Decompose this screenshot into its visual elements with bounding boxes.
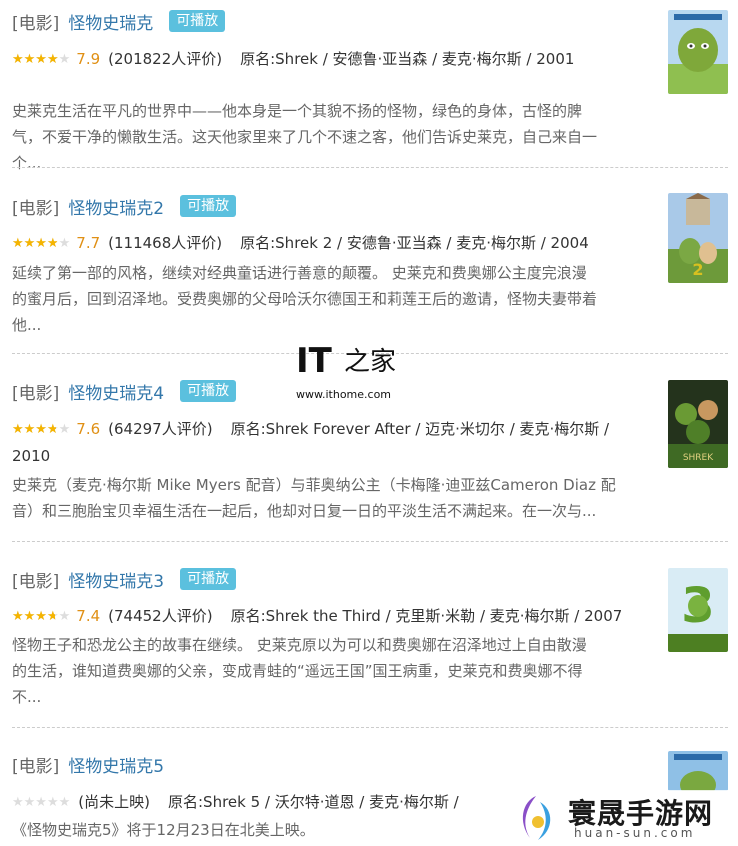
svg-text:SHREK: SHREK [683,453,714,463]
rating-stars: ★★★★★★★★★★ [12,236,71,251]
vote-count: (201822人评价) [108,50,223,68]
original-info: 原名:Shrek the Third / 克里斯·米勒 / 麦克·梅尔斯 / 2… [230,607,623,625]
meta-row: ★★★★★★★★★★ 7.9 (201822人评价) 原名:Shrek / 安德鲁·亚… [12,46,652,73]
category-label: [电影] [12,198,60,219]
site-logo-icon [522,796,551,840]
description-line: 史莱克生活在平凡的世界中——他本身是一个其貌不扬的怪物，绿色的身体，古怪的脾 [12,102,583,120]
category-label: [电影] [12,383,60,404]
vote-count: (74452人评价) [108,607,213,625]
playable-badge[interactable]: 可播放 [169,10,226,32]
title-row: [电影] 怪物史瑞克3 可播放 [12,566,237,592]
vote-count: (111468人评价) [108,234,223,252]
rating-score: 7.7 [76,234,101,252]
description: 延续了第一部的风格，继续对经典童话进行善意的颠覆。 史莱克和费奥娜公主度完浪漫 … [12,260,652,338]
svg-text:IT: IT [296,341,333,381]
description-line: 不... [12,688,42,706]
svg-text:之家: 之家 [344,347,396,377]
meta-row: ★★★★★★★★★★ 7.4 (74452人评价) 原名:Shrek the Thir… [12,603,652,630]
item-divider [12,541,728,542]
title-row: [电影] 怪物史瑞克5 [12,751,164,777]
description-line: 的蜜月后，回到沼泽地。受费奥娜的父母哈沃尔德国王和莉莲王后的邀请，怪物夫妻带着 [12,290,598,308]
movie-title-link[interactable]: 怪物史瑞克2 [68,194,164,219]
ithome-watermark: IT 之家 www.ithome.com [296,338,406,401]
movie-poster[interactable]: 2 [668,193,728,283]
movie-title-link[interactable]: 怪物史瑞克4 [68,379,164,404]
svg-text:2: 2 [692,260,703,279]
description-line: 气，不爱干净的懒散生活。这天他家里来了几个不速之客，他们告诉史莱克，自己来自一 [12,128,598,146]
rating-score: 7.6 [76,420,101,438]
movie-poster[interactable] [668,751,728,791]
meta-row: ★★★★★★★★★★ 7.6 (64297人评价) 原名:Shrek Forever … [12,416,652,469]
movie-poster[interactable]: SHREK [668,380,728,468]
original-info: 原名:Shrek / 安德鲁·亚当森 / 麦克·梅尔斯 / 2001 [240,50,575,68]
original-info: 原名:Shrek 5 / 沃尔特·道恩 / 麦克·梅尔斯 / [168,793,459,811]
vote-count: (尚未上映) [78,793,150,811]
rating-stars: ★★★★★★★★★★ [12,52,71,67]
vote-count: (64297人评价) [108,420,213,438]
description: 怪物王子和恐龙公主的故事在继续。 史莱克原以为可以和费奥娜在沼泽地过上自由散漫 … [12,632,652,710]
rating-stars: ★★★★★★★★★★ [12,422,71,437]
title-row: [电影] 怪物史瑞克4 可播放 [12,378,237,404]
description: 史莱克（麦克·梅尔斯 Mike Myers 配音）与菲奥纳公主（卡梅隆·迪亚兹C… [12,472,652,524]
meta-row: ★★★★★★★★★★ 7.7 (111468人评价) 原名:Shrek 2 / 安德鲁… [12,230,652,257]
playable-badge[interactable]: 可播放 [180,380,237,402]
description-line: 音）和三胞胎宝贝幸福生活在一起后，他却对日复一日的平淡生活不满起来。在一次与..… [12,502,597,520]
rating-stars: ★★★★★★★★★★ [12,609,71,624]
description: 史莱克生活在平凡的世界中——他本身是一个其貌不扬的怪物，绿色的身体，古怪的脾 气… [12,98,652,176]
category-label: [电影] [12,571,60,592]
playable-badge[interactable]: 可播放 [180,195,237,217]
item-divider [12,727,728,728]
site-watermark: 寰晟手游网 huan-sun.com [510,790,738,846]
movie-poster[interactable]: 3 [668,568,728,652]
original-info: 原名:Shrek 2 / 安德鲁·亚当森 / 麦克·梅尔斯 / 2004 [240,234,589,252]
description-line: 的生活，谁知道费奥娜的父亲，变成青蛙的“遥远王国”国王病重，史莱克和费奥娜不得 [12,662,583,680]
title-row: [电影] 怪物史瑞克2 可播放 [12,193,237,219]
ithome-url: www.ithome.com [296,388,392,401]
original-info-year: 2010 [12,447,51,465]
original-info: 原名:Shrek Forever After / 迈克·米切尔 / 麦克·梅尔斯… [230,420,610,438]
description-line: 延续了第一部的风格，继续对经典童话进行善意的颠覆。 史莱克和费奥娜公主度完浪漫 [12,264,587,282]
rating-stars: ★★★★★★★★★★ [12,795,71,810]
title-row: [电影] 怪物史瑞克 可播放 [12,8,226,34]
movie-title-link[interactable]: 怪物史瑞克 [68,9,153,34]
site-url: huan-sun.com [574,826,696,840]
playable-badge[interactable]: 可播放 [180,568,237,590]
description-line: 怪物王子和恐龙公主的故事在继续。 史莱克原以为可以和费奥娜在沼泽地过上自由散漫 [12,636,587,654]
description-line: 他... [12,316,42,334]
rating-score: 7.4 [76,607,101,625]
description-line: 史莱克（麦克·梅尔斯 Mike Myers 配音）与菲奥纳公主（卡梅隆·迪亚兹C… [12,476,616,494]
category-label: [电影] [12,756,60,777]
rating-score: 7.9 [76,50,101,68]
movie-title-link[interactable]: 怪物史瑞克5 [68,752,164,777]
movie-poster[interactable] [668,10,728,94]
category-label: [电影] [12,13,60,34]
movie-title-link[interactable]: 怪物史瑞克3 [68,567,164,592]
description-line: 个... [12,154,42,172]
item-divider [12,167,728,168]
